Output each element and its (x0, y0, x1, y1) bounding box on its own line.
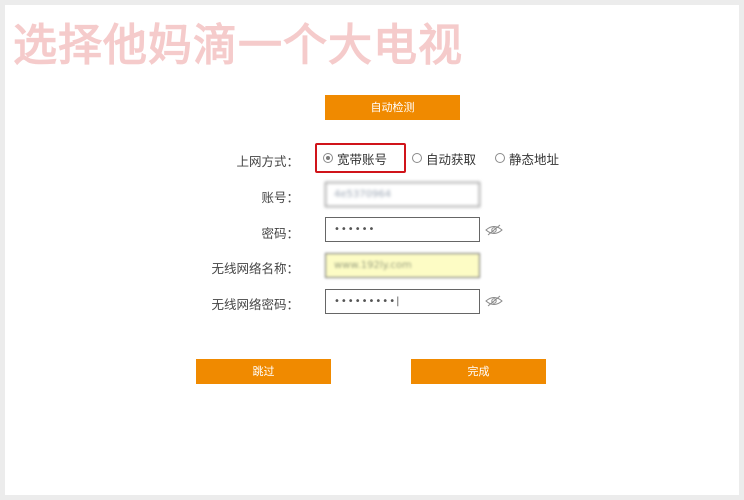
password-input[interactable]: •••••• (325, 217, 480, 242)
account-label: 账号： (261, 190, 299, 205)
wifi-password-input[interactable]: •••••••••| (325, 289, 480, 314)
account-input[interactable]: 4e5370964 (325, 182, 480, 207)
auto-detect-button[interactable]: 自动检测 (325, 95, 460, 120)
done-button[interactable]: 完成 (411, 359, 546, 384)
radio-static-address[interactable]: 静态地址 (495, 143, 559, 173)
page-frame: 选择他妈滴一个大电视 自动检测 上网方式： 宽带账号 自动获取 静态地址 账号：… (0, 0, 744, 500)
watermark-text: 选择他妈滴一个大电视 (13, 20, 463, 71)
radio-label: 自动获取 (426, 151, 477, 167)
ssid-input[interactable]: www.192ly.com (325, 253, 480, 278)
ssid-label: 无线网络名称： (211, 261, 299, 276)
radio-broadband-account[interactable]: 宽带账号 (315, 143, 406, 173)
radio-auto-obtain[interactable]: 自动获取 (412, 143, 476, 173)
radio-label: 宽带账号 (337, 151, 388, 167)
skip-button[interactable]: 跳过 (196, 359, 331, 384)
eye-slash-icon[interactable] (485, 224, 503, 236)
eye-slash-icon[interactable] (485, 295, 503, 307)
radio-unchecked-icon (495, 153, 505, 163)
radio-label: 静态地址 (509, 151, 560, 167)
wifi-password-label: 无线网络密码： (211, 297, 299, 312)
connection-type-label: 上网方式： (236, 154, 299, 169)
radio-unchecked-icon (412, 153, 422, 163)
password-label: 密码： (261, 226, 299, 241)
radio-checked-icon (323, 153, 333, 163)
